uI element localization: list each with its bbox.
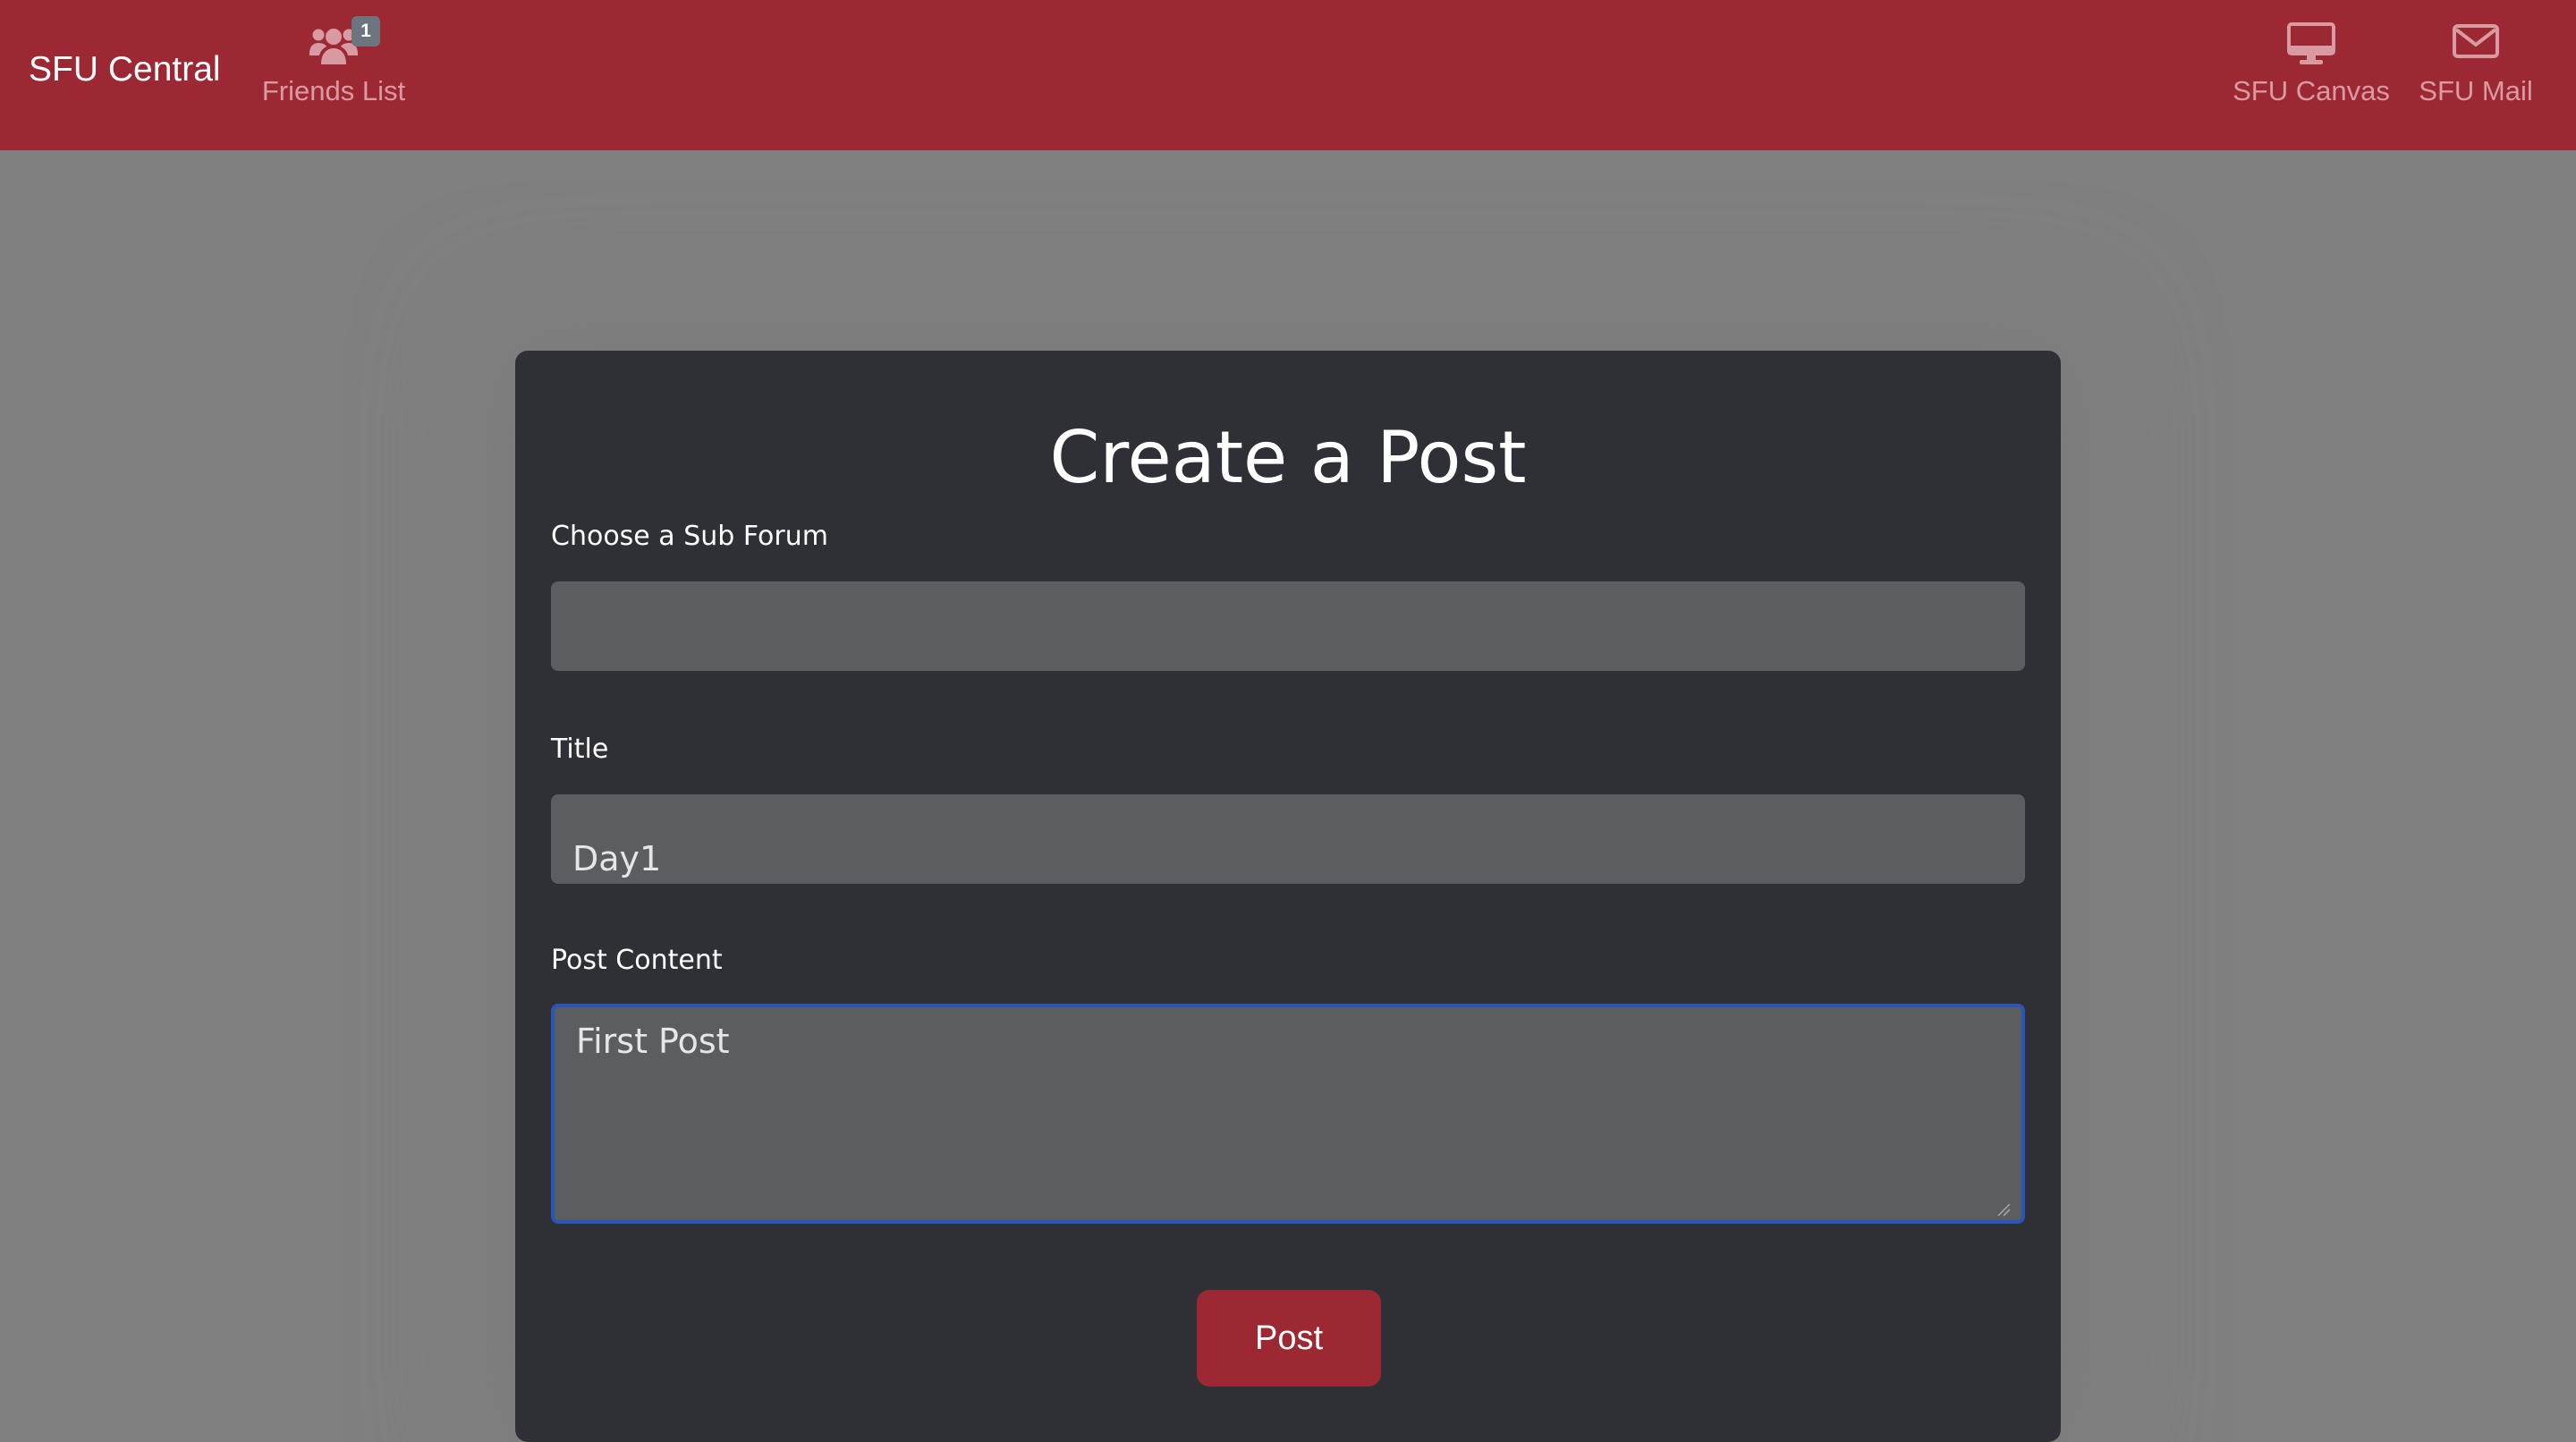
canvas-icon-wrap [2231, 16, 2392, 75]
create-post-card: Create a Post Choose a Sub Forum Title P… [515, 351, 2061, 1442]
title-input[interactable] [551, 794, 2025, 884]
sfu-mail-link[interactable]: SFU Mail [2411, 16, 2540, 123]
brand-link[interactable]: SFU Central [29, 50, 221, 89]
friends-icon-wrap: 1 [249, 16, 419, 75]
sfu-canvas-label: SFU Canvas [2233, 75, 2390, 106]
desktop-icon [2287, 22, 2335, 64]
title-label: Title [551, 734, 609, 765]
subforum-select[interactable] [551, 581, 2025, 671]
friends-list-label: Friends List [261, 75, 406, 106]
envelope-icon [2453, 24, 2499, 58]
top-navbar: SFU Central 1 Friends List SFU Canvas SF… [0, 0, 2576, 150]
mail-icon-wrap [2411, 16, 2540, 75]
friends-count-badge: 1 [352, 16, 380, 47]
post-button[interactable]: Post [1197, 1290, 1381, 1387]
sfu-canvas-link[interactable]: SFU Canvas [2231, 16, 2392, 123]
subforum-label: Choose a Sub Forum [551, 521, 828, 552]
sfu-mail-label: SFU Mail [2419, 75, 2533, 106]
friends-list-link[interactable]: 1 Friends List [249, 16, 419, 123]
post-content-textarea[interactable]: First Post [551, 1004, 2025, 1224]
page-title: Create a Post [1049, 416, 1527, 499]
post-content-label: Post Content [551, 945, 723, 976]
resize-handle-icon[interactable] [1996, 1202, 2011, 1217]
